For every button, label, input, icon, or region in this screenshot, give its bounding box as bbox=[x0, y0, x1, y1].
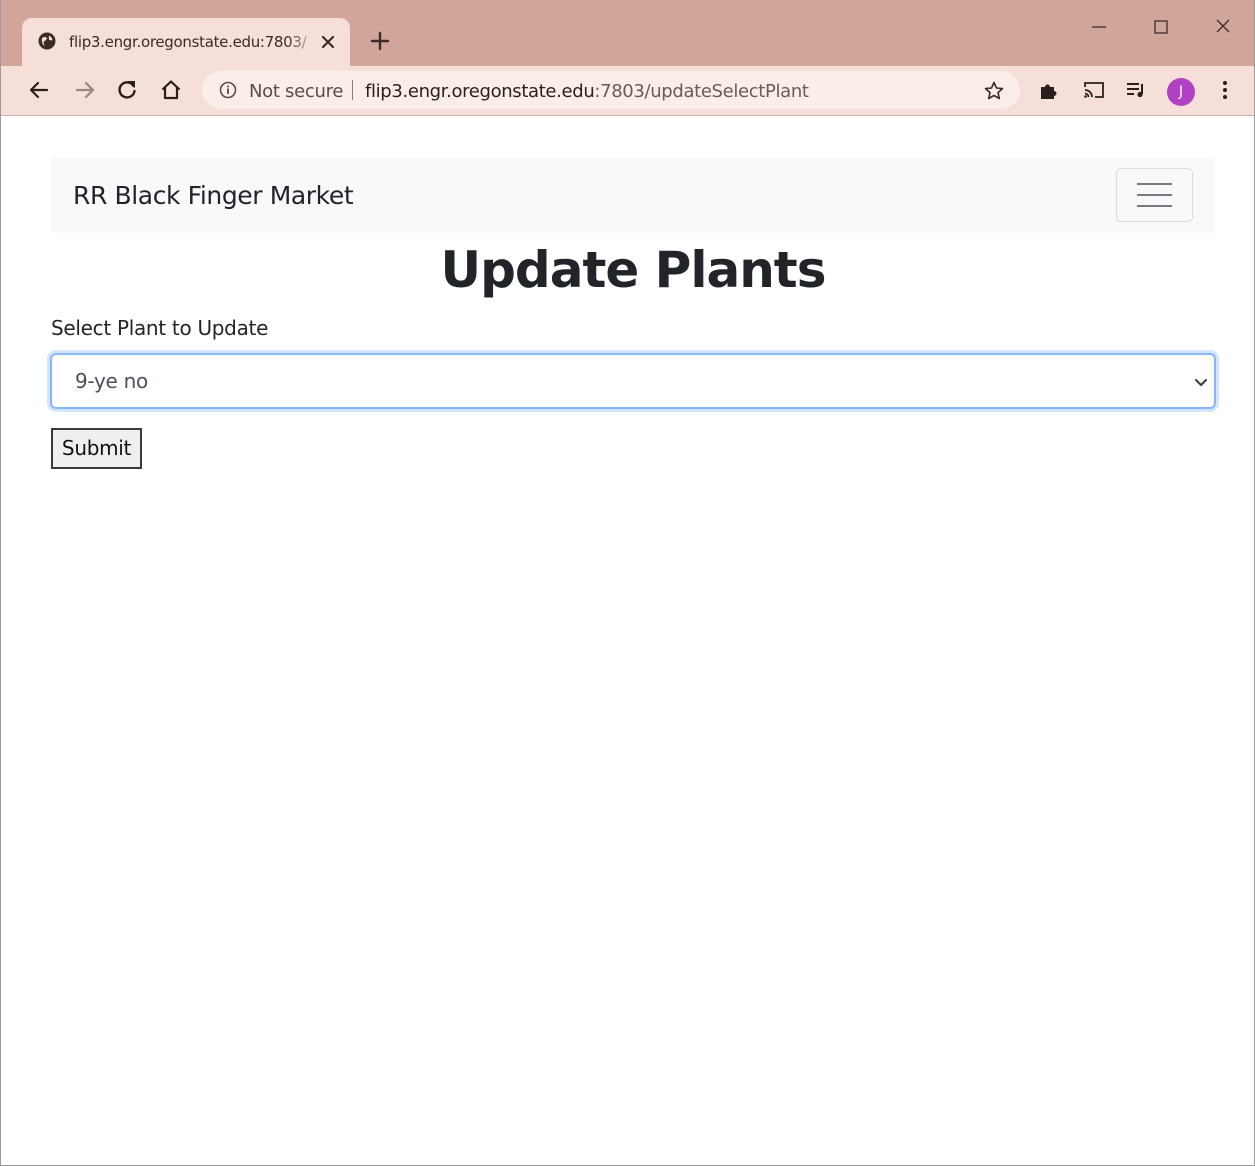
site-navbar: RR Black Finger Market bbox=[51, 157, 1215, 233]
chevron-down-icon bbox=[1195, 379, 1207, 386]
bookmark-star-icon[interactable] bbox=[983, 80, 1005, 102]
close-window-icon[interactable] bbox=[1208, 12, 1238, 42]
tab-title: flip3.engr.oregonstate.edu:7803/ bbox=[69, 33, 307, 51]
hamburger-icon bbox=[1137, 183, 1172, 185]
browser-window: flip3.engr.oregonstate.edu:7803/ Not sec… bbox=[0, 0, 1255, 1166]
info-icon[interactable] bbox=[219, 81, 237, 99]
minimize-icon[interactable] bbox=[1084, 12, 1114, 42]
reload-icon[interactable] bbox=[115, 78, 139, 102]
security-status: Not secure bbox=[249, 81, 344, 102]
new-tab-icon[interactable] bbox=[369, 30, 391, 52]
plant-select-value: 9-ye no bbox=[75, 369, 148, 393]
extensions-puzzle-icon[interactable] bbox=[1037, 78, 1061, 102]
browser-toolbar: Not secure flip3.engr.oregonstate.edu:78… bbox=[1, 66, 1254, 116]
navbar-toggler-button[interactable] bbox=[1116, 168, 1193, 222]
back-arrow-icon[interactable] bbox=[27, 78, 51, 102]
navbar-brand[interactable]: RR Black Finger Market bbox=[73, 181, 354, 210]
submit-button[interactable]: Submit bbox=[51, 428, 142, 469]
cast-icon[interactable] bbox=[1082, 78, 1106, 102]
globe-icon bbox=[38, 32, 56, 50]
url-text[interactable]: flip3.engr.oregonstate.edu:7803/updateSe… bbox=[365, 81, 809, 102]
url-path: :7803/updateSelectPlant bbox=[594, 81, 809, 102]
close-tab-icon[interactable] bbox=[318, 32, 338, 52]
tab-strip: flip3.engr.oregonstate.edu:7803/ bbox=[1, 0, 1254, 66]
kebab-menu-icon[interactable] bbox=[1213, 78, 1237, 102]
page-title: Update Plants bbox=[440, 241, 827, 299]
maximize-icon[interactable] bbox=[1146, 12, 1176, 42]
plant-select-label: Select Plant to Update bbox=[51, 316, 269, 340]
forward-arrow-icon[interactable] bbox=[73, 78, 97, 102]
browser-tab[interactable]: flip3.engr.oregonstate.edu:7803/ bbox=[22, 18, 350, 66]
url-host: flip3.engr.oregonstate.edu bbox=[365, 81, 595, 102]
media-queue-icon[interactable] bbox=[1124, 78, 1148, 102]
page-content: RR Black Finger Market Update Plants Sel… bbox=[1, 117, 1254, 1165]
address-bar[interactable]: Not secure flip3.engr.oregonstate.edu:78… bbox=[202, 71, 1020, 109]
profile-avatar[interactable]: J bbox=[1167, 78, 1195, 106]
plant-select[interactable]: 9-ye no bbox=[50, 353, 1216, 409]
address-separator bbox=[352, 80, 353, 100]
home-icon[interactable] bbox=[159, 78, 183, 102]
